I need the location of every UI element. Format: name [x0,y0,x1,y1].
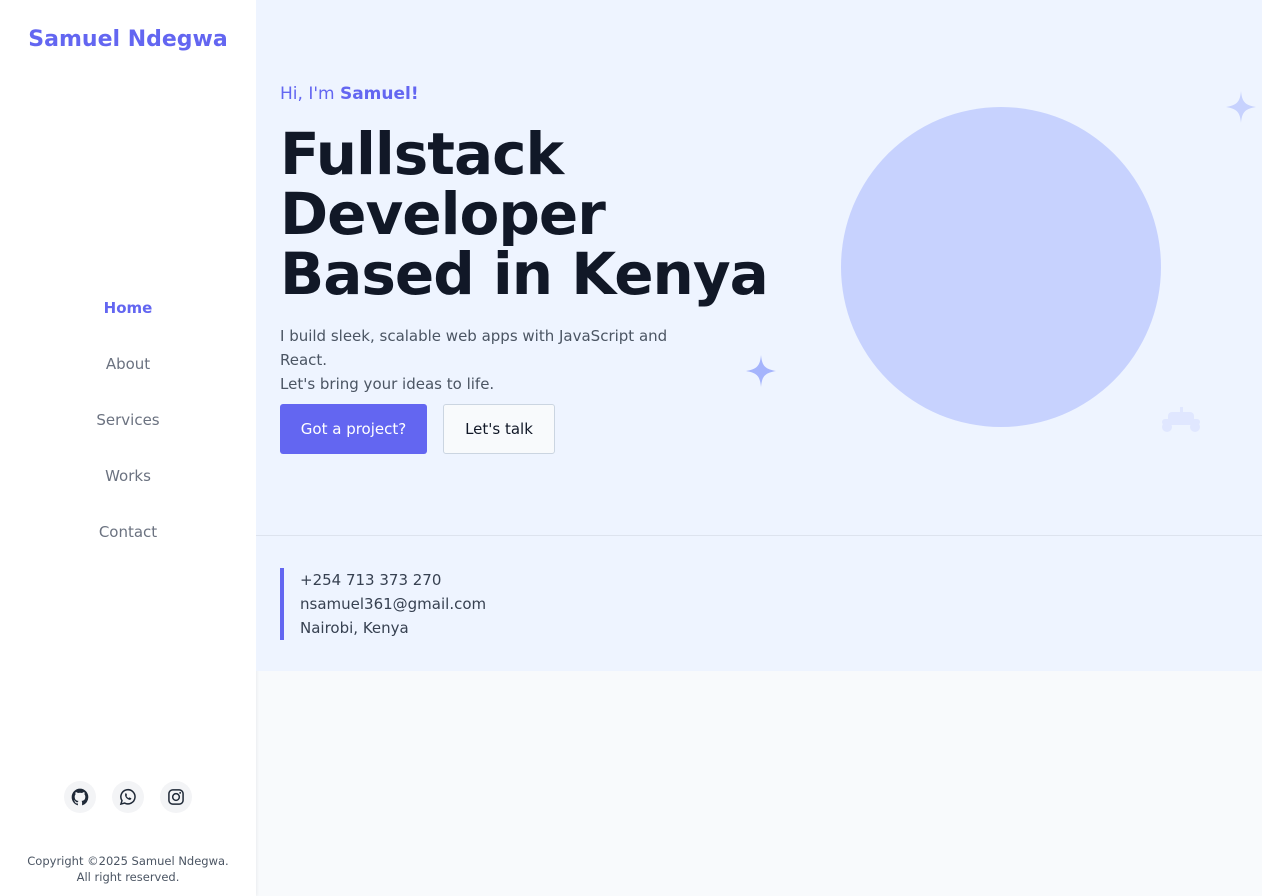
sidebar: Samuel Ndegwa Home About Services Works … [0,0,256,896]
headline-line: Developer [280,180,606,248]
hero-greeting: Hi, I'm Samuel! [280,84,419,104]
contact-info-section: +254 713 373 270 nsamuel361@gmail.com Na… [256,535,1262,671]
hero-headline: Fullstack Developer Based in Kenya [280,120,769,308]
headline-line: Fullstack [280,120,564,188]
copyright: Copyright ©2025 Samuel Ndegwa. All right… [0,853,256,885]
whatsapp-link[interactable] [112,781,144,813]
whatsapp-icon [119,788,136,806]
hero-intro: I build sleek, scalable web apps with Ja… [280,324,710,396]
profile-photo-placeholder [841,107,1161,427]
nav-item-about[interactable]: About [106,350,150,406]
github-icon [71,788,89,806]
nav-item-services[interactable]: Services [96,406,159,462]
nav-item-works[interactable]: Works [105,462,151,518]
copyright-line: All right reserved. [76,870,180,884]
greeting-prefix: Hi, I'm [280,84,335,104]
nav-item-home[interactable]: Home [104,294,153,350]
phone-number[interactable]: +254 713 373 270 [300,568,486,592]
social-links [0,781,256,813]
instagram-icon [168,789,184,805]
robot-icon [1162,407,1200,432]
sidebar-nav: Home About Services Works Contact [0,294,256,574]
location: Nairobi, Kenya [300,619,409,637]
brand-logo[interactable]: Samuel Ndegwa [0,27,256,52]
github-link[interactable] [64,781,96,813]
copyright-line: Copyright ©2025 Samuel Ndegwa. [27,854,229,868]
lets-talk-button[interactable]: Let's talk [443,404,555,454]
intro-line: I build sleek, scalable web apps with Ja… [280,327,668,369]
email-address[interactable]: nsamuel361@gmail.com [300,592,486,616]
instagram-link[interactable] [160,781,192,813]
intro-line: Let's bring your ideas to life. [280,375,495,393]
hero-section: Hi, I'm Samuel! Fullstack Developer Base… [256,0,1262,535]
sparkle-icon [1226,91,1256,123]
got-a-project-button[interactable]: Got a project? [280,404,427,454]
greeting-name: Samuel! [339,84,419,104]
headline-line: Based in Kenya [280,240,769,308]
sparkle-icon [746,355,776,387]
nav-item-contact[interactable]: Contact [99,518,157,574]
contact-details: +254 713 373 270 nsamuel361@gmail.com Na… [280,568,486,640]
